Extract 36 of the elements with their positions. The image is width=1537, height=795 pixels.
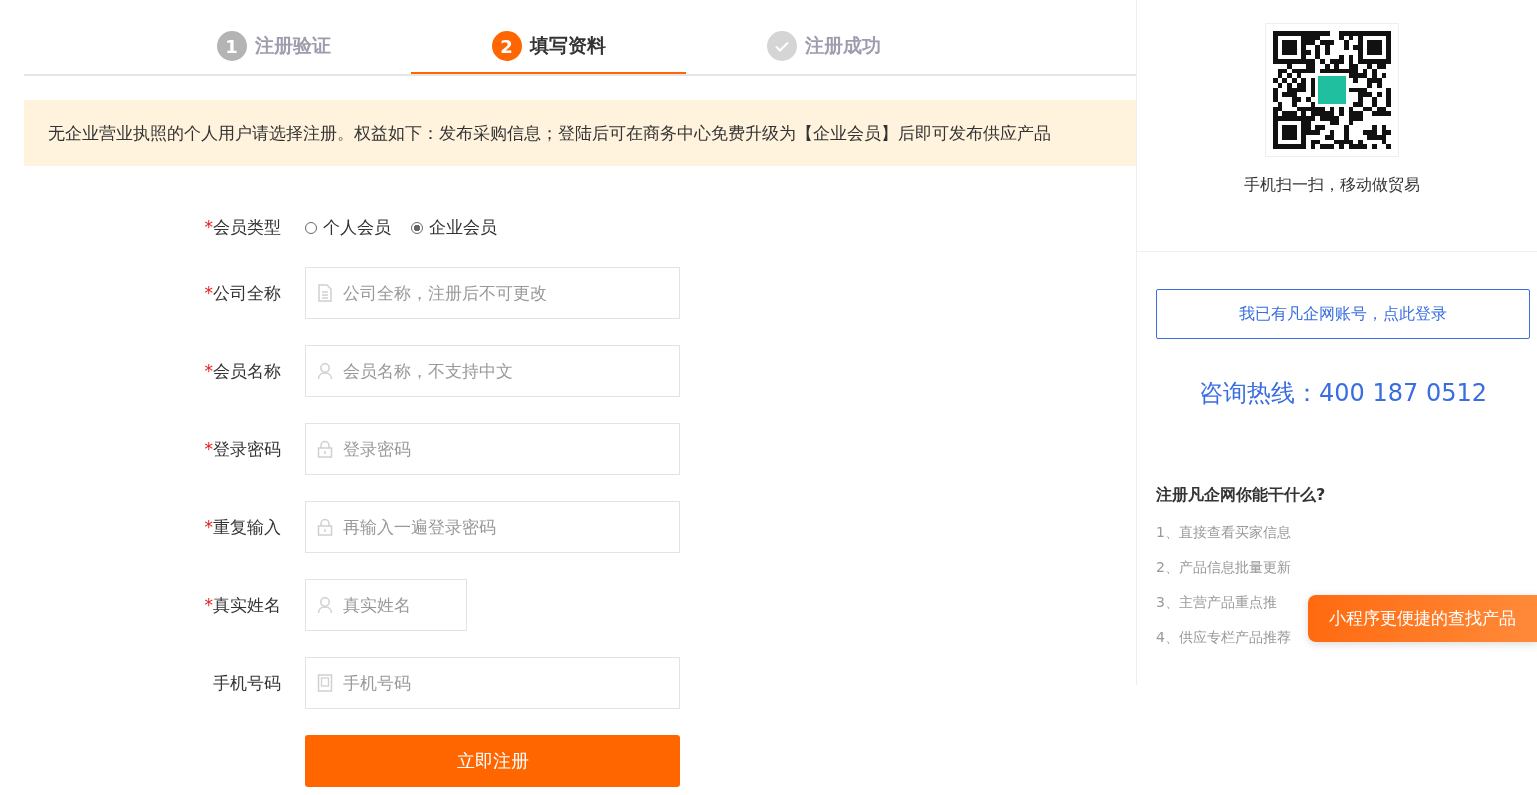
required-mark: * xyxy=(204,217,213,237)
check-icon xyxy=(766,31,797,61)
benefit-item: 1、直接查看买家信息 xyxy=(1156,524,1292,542)
input-field[interactable]: 真实姓名 xyxy=(305,579,467,631)
input-field[interactable]: 再输入一遍登录密码 xyxy=(305,501,680,553)
step-tab[interactable]: 2 填写资料 xyxy=(411,0,686,74)
required-mark: * xyxy=(204,360,213,381)
field-label: 公司全称 xyxy=(213,282,281,303)
login-link[interactable]: 我已有凡企网账号，点此登录 xyxy=(1156,289,1530,339)
radio-option[interactable]: 个人会员 xyxy=(305,216,391,239)
radio-option[interactable]: 企业会员 xyxy=(411,216,497,239)
input-field[interactable]: 公司全称，注册后不可更改 xyxy=(305,267,680,319)
benefit-item: 4、供应专栏产品推荐 xyxy=(1156,629,1292,647)
input-field[interactable]: 手机号码 xyxy=(305,657,680,709)
field-label: 手机号码 xyxy=(213,672,281,693)
mini-program-button[interactable]: 小程序更便捷的查找产品 xyxy=(1308,595,1537,642)
register-button[interactable]: 立即注册 xyxy=(305,735,680,787)
hotline-text: 咨询热线：400 187 0512 xyxy=(1198,378,1488,409)
benefit-item: 3、主营产品重点推 xyxy=(1156,594,1278,612)
benefits-title: 注册凡企网你能干什么? xyxy=(1156,485,1327,506)
step-tab[interactable]: 注册成功 xyxy=(686,0,961,74)
field-label: 会员名称 xyxy=(213,360,281,381)
field-label: 会员类型 xyxy=(213,217,281,237)
field-label: 登录密码 xyxy=(213,438,281,459)
required-mark: * xyxy=(204,516,213,537)
required-mark: * xyxy=(204,438,213,459)
qr-caption: 手机扫一扫，移动做贸易 xyxy=(1244,175,1420,196)
step-tab[interactable]: 1 注册验证 xyxy=(136,0,411,74)
benefit-item: 2、产品信息批量更新 xyxy=(1156,559,1292,577)
required-mark: * xyxy=(204,594,213,615)
required-mark: * xyxy=(204,282,213,303)
field-label: 重复输入 xyxy=(213,516,281,537)
input-field[interactable]: 登录密码 xyxy=(305,423,680,475)
input-field[interactable]: 会员名称，不支持中文 xyxy=(305,345,680,397)
field-label: 真实姓名 xyxy=(213,594,281,615)
notice-banner: 无企业营业执照的个人用户请选择注册。权益如下：发布采购信息；登陆后可在商务中心免费升级为【企业会员】后即可发布供应产品 xyxy=(24,100,1136,166)
